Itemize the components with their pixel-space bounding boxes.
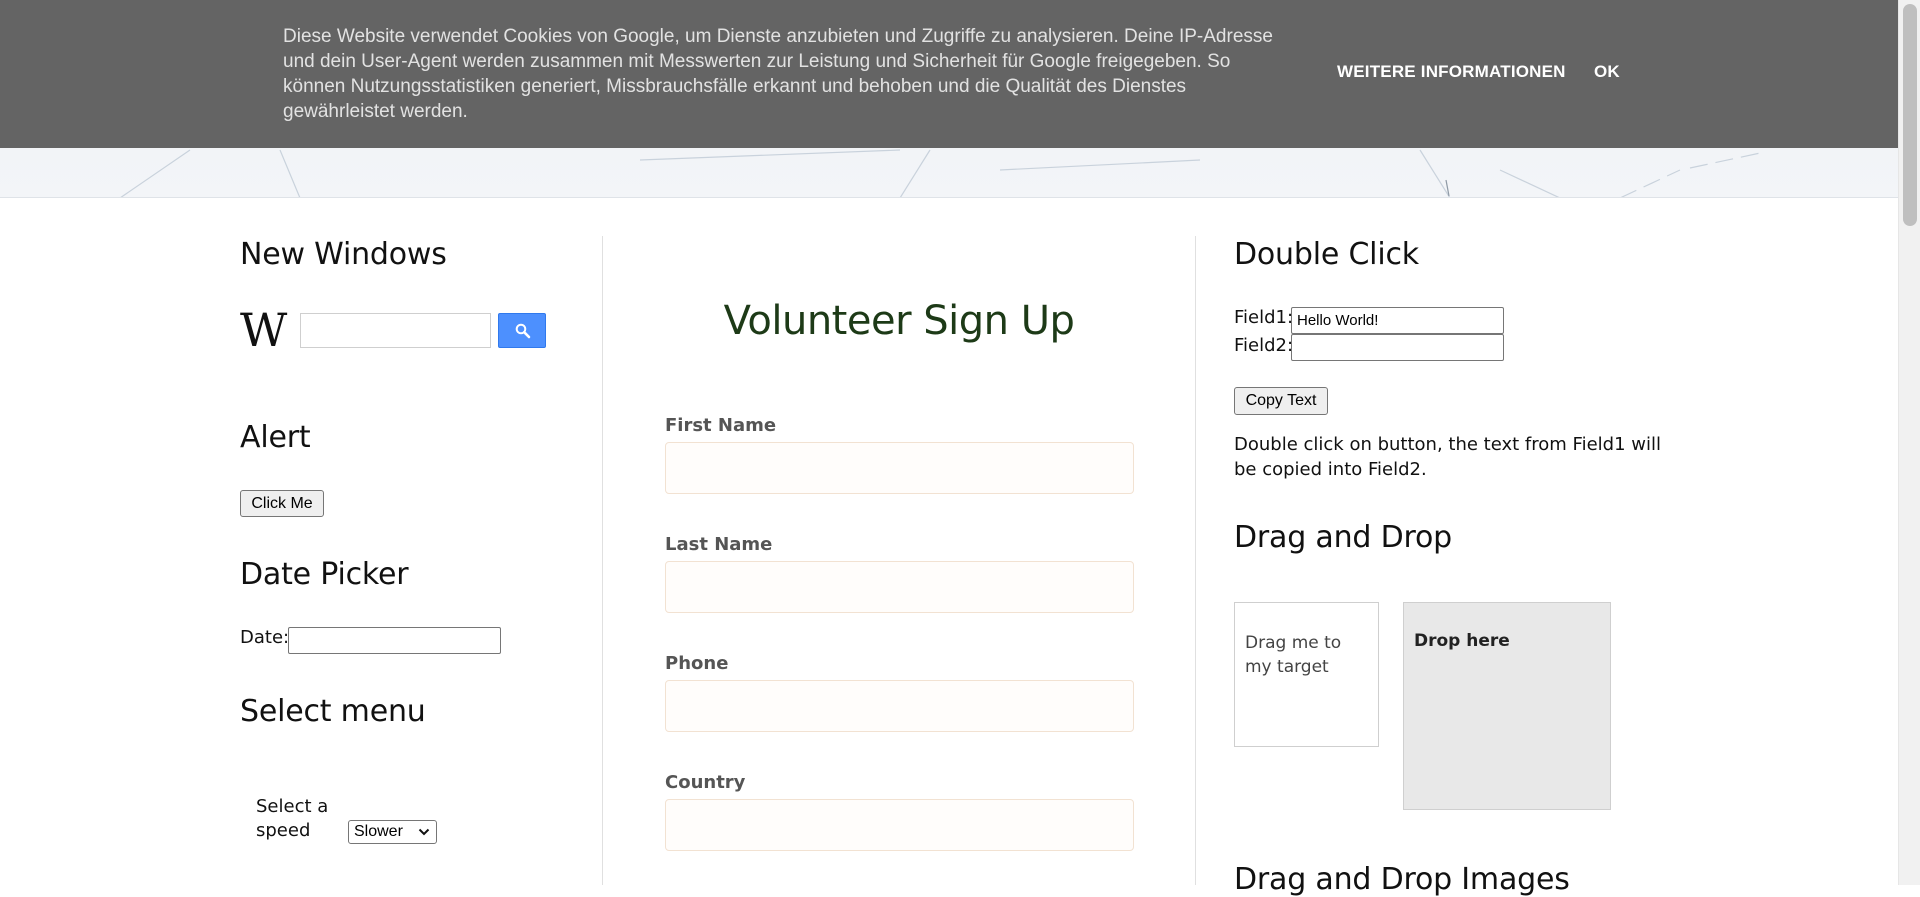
- field1-input[interactable]: Hello World!: [1291, 307, 1504, 334]
- speed-select-value: Slower: [354, 823, 403, 840]
- magnifier-icon: [515, 323, 531, 339]
- chevron-down-icon: [418, 828, 430, 836]
- date-picker-heading: Date Picker: [240, 557, 409, 592]
- last-name-label: Last Name: [665, 534, 773, 555]
- speed-select[interactable]: Slower: [348, 820, 437, 844]
- scrollbar-thumb[interactable]: [1903, 4, 1917, 226]
- field2-label: Field2:: [1234, 335, 1294, 356]
- country-input[interactable]: [665, 799, 1134, 851]
- date-label: Date:: [240, 627, 290, 648]
- wikipedia-logo-icon: W: [240, 303, 287, 357]
- drag-and-drop-images-heading: Drag and Drop Images: [1234, 862, 1570, 897]
- wikipedia-search-button[interactable]: [498, 313, 546, 348]
- alert-heading: Alert: [240, 420, 311, 455]
- column-divider-right: [1195, 236, 1196, 885]
- new-windows-heading: New Windows: [240, 237, 447, 272]
- date-picker-input[interactable]: [288, 627, 501, 654]
- draggable-box[interactable]: Drag me to my target: [1234, 602, 1379, 747]
- field2-input[interactable]: [1291, 334, 1504, 361]
- cookie-consent-banner: Diese Website verwendet Cookies von Goog…: [0, 0, 1898, 148]
- cookie-notice-text: Diese Website verwendet Cookies von Goog…: [283, 26, 1273, 122]
- select-speed-label-line2: speed: [256, 820, 311, 841]
- phone-label: Phone: [665, 653, 729, 674]
- drop-target-box[interactable]: Drop here: [1403, 602, 1611, 810]
- wikipedia-search-input[interactable]: [300, 313, 491, 348]
- page-scrollbar[interactable]: [1898, 0, 1920, 885]
- first-name-label: First Name: [665, 415, 777, 436]
- volunteer-form-title: Volunteer Sign Up: [723, 298, 1075, 344]
- cookie-ok-button[interactable]: OK: [1594, 62, 1620, 82]
- copy-text-button[interactable]: Copy Text: [1234, 387, 1328, 415]
- select-menu-heading: Select menu: [240, 694, 426, 729]
- select-speed-label-line1: Select a: [256, 796, 329, 817]
- double-click-heading: Double Click: [1234, 237, 1419, 272]
- first-name-input[interactable]: [665, 442, 1134, 494]
- field1-label: Field1:: [1234, 307, 1294, 328]
- double-click-description: Double click on button, the text from Fi…: [1234, 434, 1661, 480]
- more-information-link[interactable]: WEITERE INFORMATIONEN: [1337, 62, 1566, 82]
- country-label: Country: [665, 772, 746, 793]
- phone-input[interactable]: [665, 680, 1134, 732]
- alert-click-me-button[interactable]: Click Me: [240, 490, 324, 517]
- drag-and-drop-heading: Drag and Drop: [1234, 520, 1452, 555]
- last-name-input[interactable]: [665, 561, 1134, 613]
